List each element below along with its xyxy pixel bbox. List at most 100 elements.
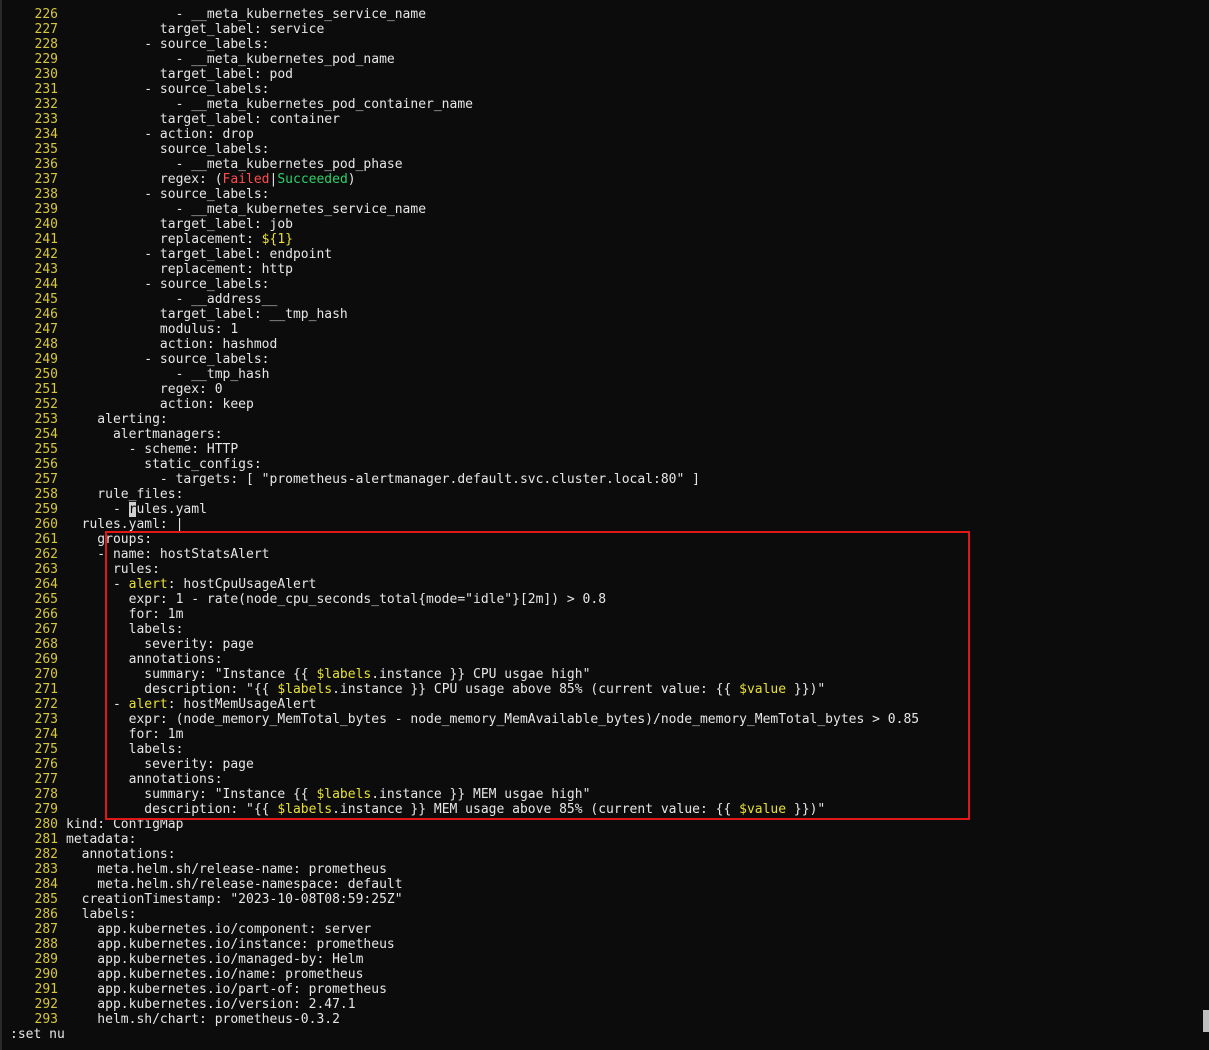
code-line[interactable]: 282 annotations: [2,847,1202,862]
code-token: .instance }} MEM usgae high" [371,787,591,802]
code-line[interactable]: 280 kind: ConfigMap [2,817,1202,832]
code-line[interactable]: 270 summary: "Instance {{ $labels.instan… [2,667,1202,682]
code-line[interactable]: 263 rules: [2,562,1202,577]
code-line[interactable]: 292 app.kubernetes.io/version: 2.47.1 [2,997,1202,1012]
code-line[interactable]: 233 target_label: container [2,112,1202,127]
code-token: - __meta_kubernetes_pod_phase [66,157,403,172]
code-token: - source_labels: [66,37,270,52]
code-token: static_configs: [66,457,262,472]
code-line[interactable]: 290 app.kubernetes.io/name: prometheus [2,967,1202,982]
code-line[interactable]: 242 - target_label: endpoint [2,247,1202,262]
code-line[interactable]: 278 summary: "Instance {{ $labels.instan… [2,787,1202,802]
code-token: kind: ConfigMap [66,817,184,832]
code-line[interactable]: 291 app.kubernetes.io/part-of: prometheu… [2,982,1202,997]
code-line[interactable]: 247 modulus: 1 [2,322,1202,337]
code-line[interactable]: 281 metadata: [2,832,1202,847]
code-token: - [66,577,129,592]
code-line[interactable]: 238 - source_labels: [2,187,1202,202]
line-text: static_configs: [66,457,262,472]
line-text: - alert: hostCpuUsageAlert [66,577,317,592]
code-token: summary: "Instance {{ [66,667,317,682]
code-line[interactable]: 250 - __tmp_hash [2,367,1202,382]
code-line[interactable]: 272 - alert: hostMemUsageAlert [2,697,1202,712]
line-text: description: "{{ $labels.instance }} MEM… [66,802,825,817]
code-line[interactable]: 267 labels: [2,622,1202,637]
code-line[interactable]: 234 - action: drop [2,127,1202,142]
code-line[interactable]: 264 - alert: hostCpuUsageAlert [2,577,1202,592]
code-line[interactable]: 243 replacement: http [2,262,1202,277]
scrollbar-thumb[interactable] [1203,1010,1209,1032]
code-line[interactable]: 286 labels: [2,907,1202,922]
vertical-scrollbar[interactable] [1203,0,1209,1050]
code-token: source_labels: [66,142,270,157]
code-token: metadata: [66,832,137,847]
code-line[interactable]: 284 meta.helm.sh/release-namespace: defa… [2,877,1202,892]
code-line[interactable]: 283 meta.helm.sh/release-name: prometheu… [2,862,1202,877]
code-line[interactable]: 277 annotations: [2,772,1202,787]
code-line[interactable]: 227 target_label: service [2,22,1202,37]
code-token: app.kubernetes.io/version: 2.47.1 [66,997,356,1012]
code-line[interactable]: 237 regex: (Failed|Succeeded) [2,172,1202,187]
line-text: - __meta_kubernetes_pod_name [66,52,395,67]
line-text: - scheme: HTTP [66,442,239,457]
code-line[interactable]: 229 - __meta_kubernetes_pod_name [2,52,1202,67]
code-line[interactable]: 251 regex: 0 [2,382,1202,397]
code-line[interactable]: 269 annotations: [2,652,1202,667]
code-line[interactable]: 288 app.kubernetes.io/instance: promethe… [2,937,1202,952]
code-line[interactable]: 241 replacement: ${1} [2,232,1202,247]
code-line[interactable]: 235 source_labels: [2,142,1202,157]
code-token: .instance }} CPU usgae high" [371,667,591,682]
code-line[interactable]: 261 groups: [2,532,1202,547]
code-line[interactable]: 287 app.kubernetes.io/component: server [2,922,1202,937]
code-line[interactable]: 245 - __address__ [2,292,1202,307]
code-line[interactable]: 246 target_label: __tmp_hash [2,307,1202,322]
code-line[interactable]: 228 - source_labels: [2,37,1202,52]
code-line[interactable]: 268 severity: page [2,637,1202,652]
code-line[interactable]: 273 expr: (node_memory_MemTotal_bytes - … [2,712,1202,727]
line-number: 277 [34,772,58,787]
code-line[interactable]: 248 action: hashmod [2,337,1202,352]
code-line[interactable]: 255 - scheme: HTTP [2,442,1202,457]
code-line[interactable]: 236 - __meta_kubernetes_pod_phase [2,157,1202,172]
code-line[interactable]: 232 - __meta_kubernetes_pod_container_na… [2,97,1202,112]
line-text: - name: hostStatsAlert [66,547,269,562]
code-line[interactable]: 266 for: 1m [2,607,1202,622]
code-line[interactable]: 275 labels: [2,742,1202,757]
code-line[interactable]: 265 expr: 1 - rate(node_cpu_seconds_tota… [2,592,1202,607]
line-number: 252 [34,397,58,412]
code-line[interactable]: 274 for: 1m [2,727,1202,742]
code-line[interactable]: 252 action: keep [2,397,1202,412]
code-line[interactable]: 226 - __meta_kubernetes_service_name [2,7,1202,22]
line-text: target_label: job [66,217,293,232]
code-token: labels: [66,742,184,757]
code-line[interactable]: 256 static_configs: [2,457,1202,472]
code-line[interactable]: 285 creationTimestamp: "2023-10-08T08:59… [2,892,1202,907]
code-line[interactable]: 271 description: "{{ $labels.instance }}… [2,682,1202,697]
vim-command-line[interactable]: :set nu [10,1027,65,1043]
line-number: 240 [34,217,58,232]
code-line[interactable]: 231 - source_labels: [2,82,1202,97]
code-line[interactable]: 253 alerting: [2,412,1202,427]
code-line[interactable]: 244 - source_labels: [2,277,1202,292]
line-number: 287 [34,922,58,937]
code-line[interactable]: 260 rules.yaml: | [2,517,1202,532]
code-line[interactable]: 257 - targets: [ "prometheus-alertmanage… [2,472,1202,487]
code-line[interactable]: 279 description: "{{ $labels.instance }}… [2,802,1202,817]
code-line[interactable]: 259 - rules.yaml [2,502,1202,517]
code-line[interactable]: 239 - __meta_kubernetes_service_name [2,202,1202,217]
code-line[interactable]: 293 helm.sh/chart: prometheus-0.3.2 [2,1012,1202,1027]
code-token: app.kubernetes.io/name: prometheus [66,967,364,982]
code-line[interactable]: 258 rule_files: [2,487,1202,502]
code-line[interactable]: 276 severity: page [2,757,1202,772]
line-number: 235 [34,142,58,157]
code-line[interactable]: 230 target_label: pod [2,67,1202,82]
line-number: 259 [34,502,58,517]
vim-editor-buffer[interactable]: 226 - __meta_kubernetes_service_name 227 … [2,7,1202,1027]
code-line[interactable]: 254 alertmanagers: [2,427,1202,442]
code-line[interactable]: 289 app.kubernetes.io/managed-by: Helm [2,952,1202,967]
terminal-window[interactable]: 226 - __meta_kubernetes_service_name 227 … [0,0,1209,1050]
code-line[interactable]: 240 target_label: job [2,217,1202,232]
code-line[interactable]: 249 - source_labels: [2,352,1202,367]
code-line[interactable]: 262 - name: hostStatsAlert [2,547,1202,562]
line-text: modulus: 1 [66,322,238,337]
